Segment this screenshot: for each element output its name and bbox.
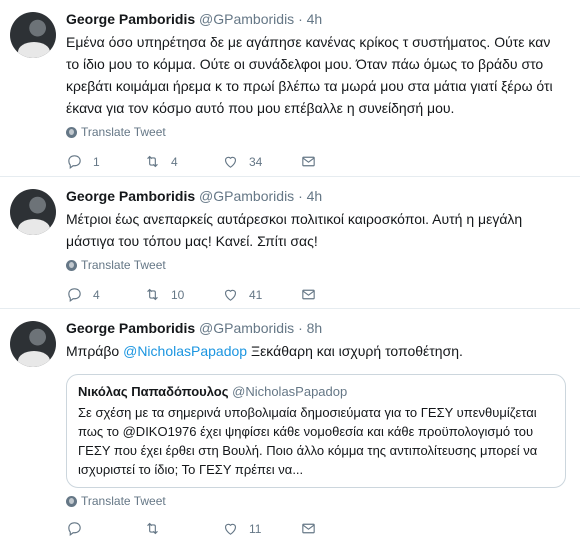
- quoted-tweet-text: Σε σχέση με τα σημερινά υποβολιμαία δημο…: [78, 405, 538, 477]
- globe-icon: [66, 126, 77, 138]
- tweet-text: Μπράβο @NicholasPapadop Ξεκάθαρη και ισχ…: [66, 340, 566, 362]
- like-button[interactable]: 34: [222, 153, 300, 170]
- tweet-text: Εμένα όσο υπηρέτησα δε με αγάπησε κανένα…: [66, 34, 553, 116]
- tweet-actions: 1 4 34: [66, 153, 566, 170]
- retweet-count: 4: [171, 154, 178, 169]
- tweet-time[interactable]: 4h: [307, 11, 323, 27]
- like-button[interactable]: 11: [222, 520, 300, 537]
- author-name[interactable]: George Pamboridis: [66, 188, 195, 204]
- tweet-header: George Pamboridis @GPamboridis · 4h: [66, 10, 566, 28]
- like-count: 41: [249, 287, 263, 302]
- retweet-icon: [147, 155, 158, 168]
- separator-dot: ·: [298, 188, 303, 204]
- avatar[interactable]: [10, 321, 56, 367]
- heart-icon: [224, 523, 237, 535]
- reply-button[interactable]: [66, 520, 144, 537]
- tweet-text-prefix: Μπράβο: [66, 343, 124, 359]
- author-handle[interactable]: @GPamboridis: [199, 320, 294, 336]
- reply-icon: [68, 522, 81, 537]
- translate-label: Translate Tweet: [81, 125, 166, 139]
- heart-icon: [224, 289, 237, 301]
- tweet-time[interactable]: 8h: [307, 320, 323, 336]
- author-name[interactable]: George Pamboridis: [66, 11, 195, 27]
- translate-label: Translate Tweet: [81, 494, 166, 508]
- separator-dot: ·: [298, 320, 303, 336]
- avatar[interactable]: [10, 12, 56, 58]
- globe-icon: [66, 495, 77, 507]
- mention-link[interactable]: @NicholasPapadop: [123, 343, 247, 359]
- envelope-icon: [302, 523, 315, 534]
- reply-icon: [68, 288, 81, 303]
- globe-icon: [66, 259, 77, 271]
- tweet-text-suffix: Ξεκάθαρη και ισχυρή τοποθέτηση.: [247, 343, 463, 359]
- retweet-button[interactable]: 4: [144, 153, 222, 170]
- reply-icon: [68, 155, 81, 170]
- reply-count: 1: [93, 154, 100, 169]
- reply-count: 4: [93, 287, 100, 302]
- tweet-actions: 11: [66, 520, 566, 537]
- retweet-button[interactable]: [144, 520, 222, 537]
- avatar[interactable]: [10, 189, 56, 235]
- direct-message-button[interactable]: [300, 520, 317, 537]
- quoted-tweet[interactable]: Νικόλας Παπαδόπουλος @NicholasPapadop Σε…: [66, 374, 566, 488]
- retweet-count: 10: [171, 287, 185, 302]
- envelope-icon: [302, 156, 315, 167]
- tweet-actions: 4 10 41: [66, 286, 566, 303]
- like-count: 34: [249, 154, 263, 169]
- translate-tweet-link[interactable]: Translate Tweet: [66, 258, 566, 272]
- tweet[interactable]: George Pamboridis @GPamboridis · 4h Μέτρ…: [0, 177, 580, 309]
- retweet-icon: [147, 522, 158, 535]
- envelope-icon: [302, 289, 315, 300]
- direct-message-button[interactable]: [300, 286, 317, 303]
- reply-button[interactable]: 1: [66, 153, 144, 170]
- quoted-tweet-header: Νικόλας Παπαδόπουλος @NicholasPapadop: [78, 383, 554, 400]
- translate-tweet-link[interactable]: Translate Tweet: [66, 125, 566, 139]
- separator-dot: ·: [298, 11, 303, 27]
- tweet[interactable]: George Pamboridis @GPamboridis · 8h Μπρά…: [0, 309, 580, 551]
- tweet-time[interactable]: 4h: [307, 188, 323, 204]
- direct-message-button[interactable]: [300, 153, 317, 170]
- retweet-button[interactable]: 10: [144, 286, 222, 303]
- reply-button[interactable]: 4: [66, 286, 144, 303]
- like-count: 11: [249, 521, 262, 536]
- author-handle[interactable]: @GPamboridis: [199, 188, 294, 204]
- heart-icon: [224, 156, 237, 168]
- tweet-text: Μέτριοι έως ανεπαρκείς αυτάρεσκοι πολιτι…: [66, 211, 523, 249]
- quoted-author-name: Νικόλας Παπαδόπουλος: [78, 384, 229, 399]
- tweet[interactable]: George Pamboridis @GPamboridis · 4h Εμέν…: [0, 0, 580, 177]
- author-name[interactable]: George Pamboridis: [66, 320, 195, 336]
- tweet-header: George Pamboridis @GPamboridis · 8h: [66, 319, 566, 337]
- quoted-author-handle: @NicholasPapadop: [232, 384, 348, 399]
- like-button[interactable]: 41: [222, 286, 300, 303]
- translate-tweet-link[interactable]: Translate Tweet: [66, 494, 566, 508]
- translate-label: Translate Tweet: [81, 258, 166, 272]
- tweet-header: George Pamboridis @GPamboridis · 4h: [66, 187, 566, 205]
- retweet-icon: [147, 288, 158, 301]
- author-handle[interactable]: @GPamboridis: [199, 11, 294, 27]
